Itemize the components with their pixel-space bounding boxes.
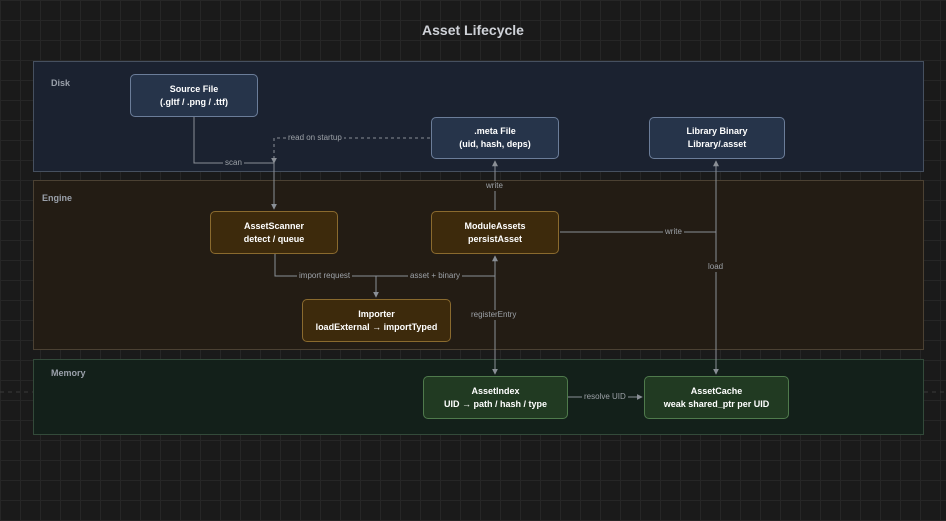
node-asset-scanner-detail: detect / queue: [243, 233, 305, 244]
node-module-assets[interactable]: ModuleAssets persistAsset: [431, 211, 559, 254]
node-meta-file-title: .meta File: [474, 126, 516, 136]
node-meta-file[interactable]: .meta File (uid, hash, deps): [431, 117, 559, 159]
node-asset-scanner[interactable]: AssetScanner detect / queue: [210, 211, 338, 254]
edge-label-register-entry: registerEntry: [469, 310, 519, 320]
diagram-canvas: Asset Lifecycle Disk Engine Memory scan …: [0, 0, 946, 521]
node-library-binary[interactable]: Library Binary Library/.asset: [649, 117, 785, 159]
node-source-file-detail: (.gltf / .png / .ttf): [160, 96, 228, 107]
node-asset-cache-detail: weak shared_ptr per UID: [663, 398, 770, 409]
node-asset-index-title: AssetIndex: [471, 385, 520, 396]
edge-label-resolve-uid: resolve UID: [582, 392, 628, 402]
node-importer[interactable]: Importer loadExternal → importTyped: [302, 299, 451, 342]
edge-label-asset-binary: asset + binary: [408, 271, 463, 281]
node-importer-detail: loadExternal → importTyped: [315, 321, 438, 332]
node-asset-cache[interactable]: AssetCache weak shared_ptr per UID: [644, 376, 789, 419]
edge-label-load: load: [706, 262, 726, 272]
edge-label-read-on-startup: read on startup: [286, 133, 344, 143]
edge-label-write-library: write: [663, 227, 684, 237]
edge-label-scan: scan: [223, 158, 244, 168]
node-module-assets-detail: persistAsset: [467, 233, 523, 244]
edge-label-import-request: import request: [297, 271, 353, 281]
edge-label-write-meta: write: [484, 181, 505, 191]
node-library-binary-detail: Library/.asset: [687, 139, 747, 149]
node-asset-cache-title: AssetCache: [690, 385, 743, 396]
node-asset-index-detail: UID → path / hash / type: [443, 398, 547, 409]
node-module-assets-title: ModuleAssets: [464, 220, 526, 231]
node-library-binary-title: Library Binary: [686, 126, 748, 136]
node-asset-scanner-title: AssetScanner: [243, 220, 305, 231]
node-asset-index[interactable]: AssetIndex UID → path / hash / type: [423, 376, 568, 419]
node-source-file-title: Source File: [169, 83, 219, 94]
node-source-file[interactable]: Source File (.gltf / .png / .ttf): [130, 74, 258, 117]
node-meta-file-detail: (uid, hash, deps): [459, 139, 531, 149]
node-importer-title: Importer: [358, 308, 395, 319]
edge-write-library: [560, 160, 719, 233]
